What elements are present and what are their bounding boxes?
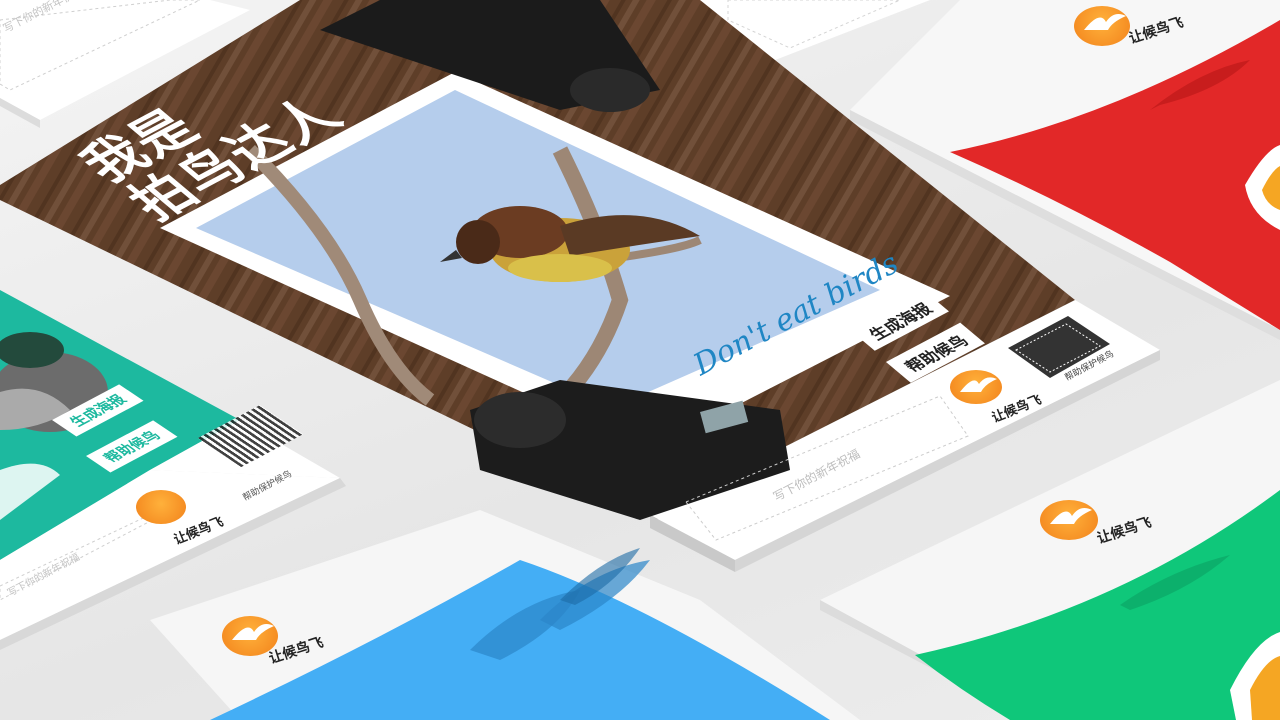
mockup-stage: 写下你的新年祝福 让候鸟飞 让候鸟飞 让候鸟飞 生成海报 帮助候鸟 帮助保护候鸟… xyxy=(0,0,1280,720)
main-poster-bird-logo-icon xyxy=(960,377,997,392)
